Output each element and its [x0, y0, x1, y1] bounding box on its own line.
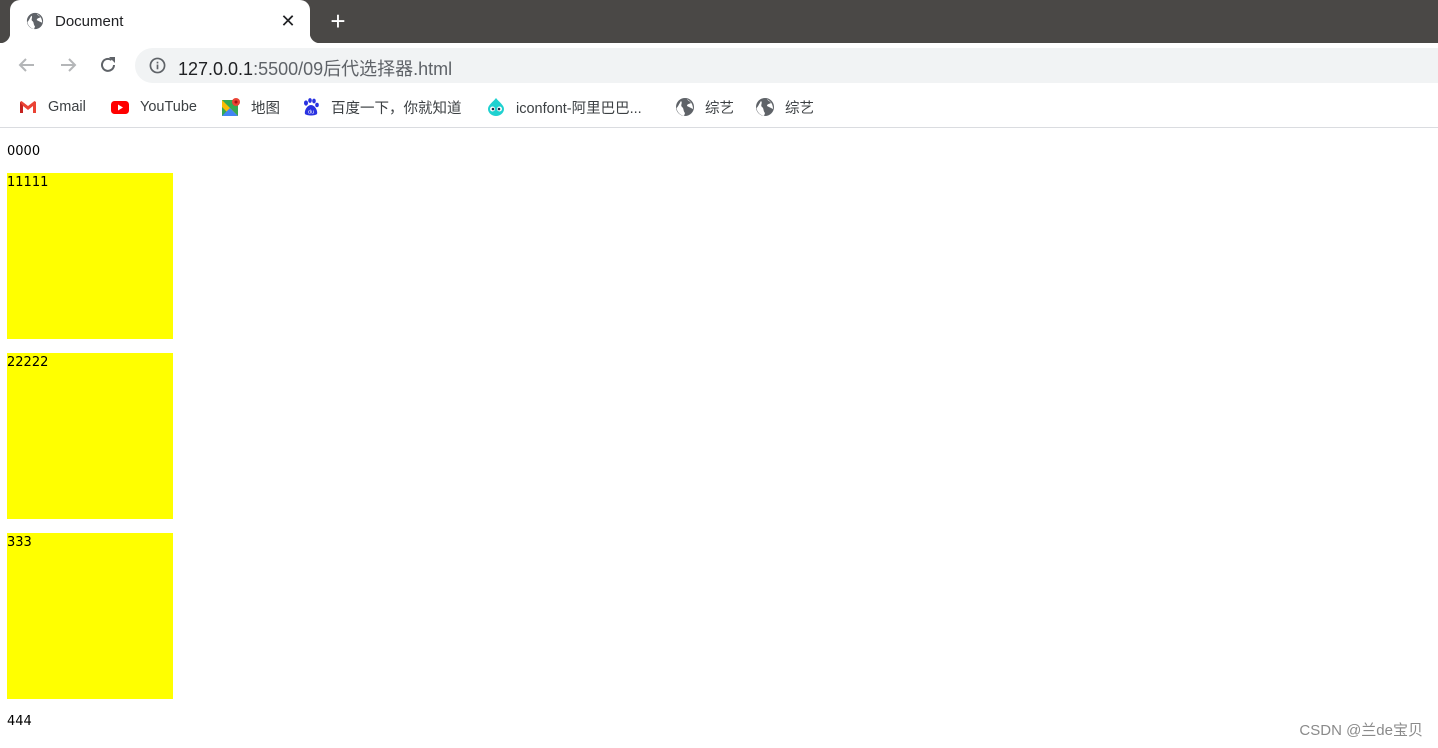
bookmark-label: 地图: [251, 100, 280, 117]
url-host: 127.0.0.1: [178, 59, 254, 79]
paragraph-bottom: 444: [7, 714, 32, 729]
watermark: CSDN @兰de宝贝: [1299, 722, 1423, 739]
arrow-left-icon: [18, 58, 34, 72]
bookmark-label: 综艺: [785, 100, 814, 117]
reload-icon: [101, 57, 115, 72]
bookmark-baidu[interactable]: du 百度一下，你就知道: [301, 96, 462, 118]
bookmarks-bar: Gmail YouTube 地图 du 百度一下，你就知道 iconfont-阿…: [0, 87, 1438, 128]
baidu-icon: du: [304, 98, 319, 116]
globe-icon: [676, 98, 694, 116]
page-content: 0000 11111 22222 333 444 CSDN @兰de宝贝: [0, 129, 1438, 748]
tab-document[interactable]: Document ✕: [0, 0, 320, 43]
box-text: 22222: [7, 355, 49, 370]
globe-icon: [756, 98, 774, 116]
globe-icon: [26, 12, 44, 30]
bookmark-label: 综艺: [705, 100, 734, 117]
maps-icon: [222, 98, 240, 116]
tab-strip: Document ✕ +: [0, 0, 1438, 43]
reload-button[interactable]: [95, 52, 121, 78]
tab-title: Document: [55, 13, 124, 30]
bookmark-zongyi-2[interactable]: 综艺: [755, 96, 814, 118]
bookmark-label: 百度一下，你就知道: [331, 100, 462, 117]
youtube-icon: [111, 101, 129, 114]
browser-toolbar: 127.0.0.1:5500/09后代选择器.html: [0, 43, 1438, 87]
yellow-box-2: 22222: [7, 353, 173, 519]
arrow-right-icon: [61, 58, 77, 72]
info-icon[interactable]: [149, 57, 166, 74]
box-text: 11111: [7, 175, 49, 190]
tab-close-button[interactable]: ✕: [278, 11, 298, 31]
bookmark-label: iconfont-阿里巴巴...: [516, 100, 642, 117]
bookmark-youtube[interactable]: YouTube: [110, 96, 197, 118]
new-tab-button[interactable]: +: [325, 8, 351, 35]
bookmark-label: Gmail: [48, 99, 86, 115]
box-text: 333: [7, 535, 32, 550]
url-text[interactable]: 127.0.0.1:5500/09后代选择器.html: [178, 55, 452, 81]
bookmark-iconfont[interactable]: iconfont-阿里巴巴...: [486, 96, 642, 118]
bookmark-label: YouTube: [140, 99, 197, 115]
forward-button[interactable]: [55, 52, 81, 78]
yellow-box-3: 333: [7, 533, 173, 699]
bookmark-gmail[interactable]: Gmail: [18, 96, 86, 118]
paragraph-top: 0000: [7, 144, 41, 159]
back-button[interactable]: [14, 52, 40, 78]
iconfont-icon: [488, 98, 504, 116]
gmail-icon: [20, 101, 36, 113]
address-bar[interactable]: 127.0.0.1:5500/09后代选择器.html: [135, 48, 1438, 83]
bookmark-maps[interactable]: 地图: [221, 96, 280, 118]
svg-text:du: du: [308, 110, 314, 116]
yellow-box-1: 11111: [7, 173, 173, 339]
bookmark-zongyi-1[interactable]: 综艺: [675, 96, 734, 118]
url-path: :5500/09后代选择器.html: [253, 59, 453, 79]
